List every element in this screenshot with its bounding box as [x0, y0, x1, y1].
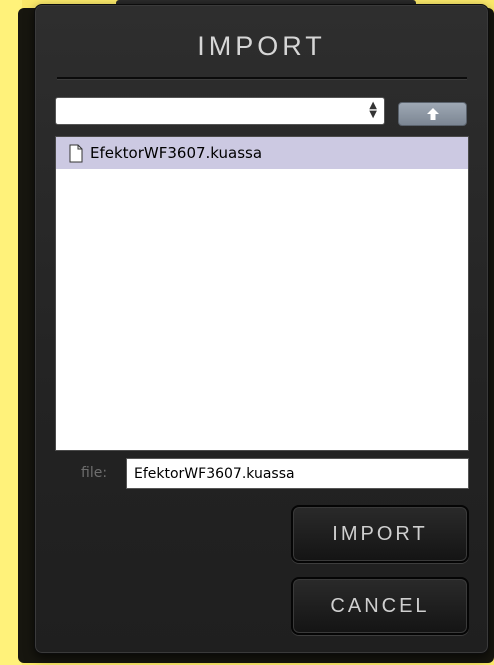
- file-label: file:: [81, 465, 108, 481]
- file-icon: [69, 144, 83, 162]
- up-arrow-icon: [426, 108, 439, 120]
- parent-folder-button[interactable]: [398, 102, 467, 126]
- title-divider: [57, 77, 467, 80]
- file-list[interactable]: EfektorWF3607.kuassa: [55, 136, 469, 451]
- file-name-input[interactable]: [126, 458, 469, 489]
- import-dialog: IMPORT ▲▼ EfektorWF3607.kuassa file: IMP…: [34, 4, 489, 654]
- file-name: EfektorWF3607.kuassa: [90, 144, 263, 162]
- file-list-item[interactable]: EfektorWF3607.kuassa: [56, 137, 468, 169]
- cancel-button[interactable]: CANCEL: [291, 577, 469, 635]
- select-arrows-icon: ▲ ▼: [369, 100, 377, 120]
- dialog-title: IMPORT: [197, 31, 326, 61]
- folder-select[interactable]: ▲ ▼: [55, 97, 385, 125]
- import-button[interactable]: IMPORT: [291, 505, 469, 563]
